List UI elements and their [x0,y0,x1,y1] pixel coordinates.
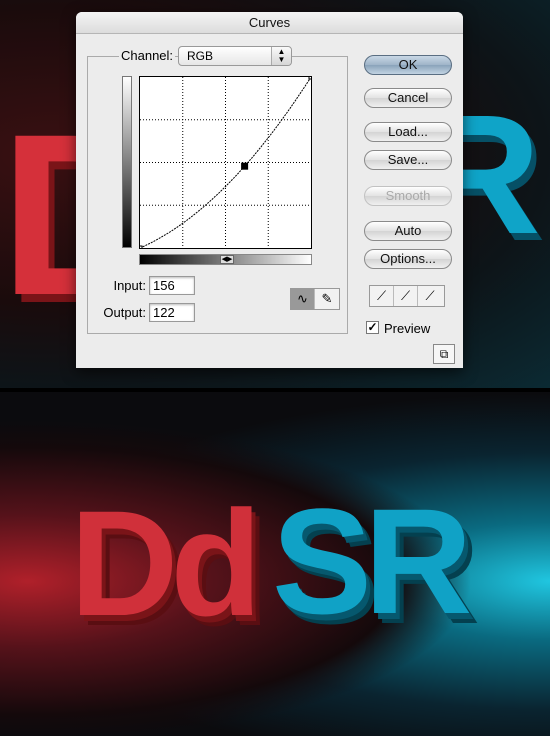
options-button[interactable]: Options... [364,249,452,269]
curve-point [137,245,143,251]
input-label: Input: [113,278,146,293]
curve-svg[interactable] [137,74,314,251]
pencil-tool-icon[interactable]: ✎ [315,289,339,309]
gray-eyedropper-icon[interactable]: ⟋ [394,286,418,306]
preview-label: Preview [384,321,431,336]
white-eyedropper-icon[interactable]: ⟋ [418,286,442,306]
channel-value: RGB [187,49,214,63]
curve-tool-icon[interactable]: ∿ [291,289,315,309]
input-field[interactable]: 156 [149,276,195,295]
load-button[interactable]: Load... [364,122,452,142]
curve-tools: ∿ ✎ [290,288,340,310]
black-eyedropper-icon[interactable]: ⟋ [370,286,394,306]
expand-view-icon[interactable]: ⧉ [433,344,455,364]
cancel-button[interactable]: Cancel [364,88,452,108]
input-gradient-bar[interactable]: ◀▶ [139,254,312,265]
save-button[interactable]: Save... [364,150,452,170]
curve-line [139,76,312,249]
output-label: Output: [103,305,146,320]
updown-arrows-icon: ▲ ▼ [271,47,291,65]
curve-point [308,74,314,80]
curves-dialog: Curves Channel: RGB ▲ ▼ ◀▶ Input: 156 Outp… [76,12,463,368]
auto-button[interactable]: Auto [364,221,452,241]
curve-point-selected [241,162,249,170]
eyedropper-tools: ⟋ ⟋ ⟋ [369,285,445,307]
ok-button[interactable]: OK [364,55,452,75]
channel-label: Channel: [119,48,176,63]
output-gradient-bar [122,76,132,248]
output-field[interactable]: 122 [149,303,195,322]
gradient-toggle-arrows-icon[interactable]: ◀▶ [220,255,234,264]
curve-graph[interactable] [137,74,314,251]
artwork-text-dd: Dd [70,479,262,647]
artwork-text-sr: SR [272,477,472,645]
channel-select[interactable]: RGB ▲ ▼ [178,46,292,66]
smooth-button[interactable]: Smooth [364,186,452,206]
preview-checkbox[interactable]: ✓ [366,321,379,334]
dialog-title: Curves [76,12,463,34]
